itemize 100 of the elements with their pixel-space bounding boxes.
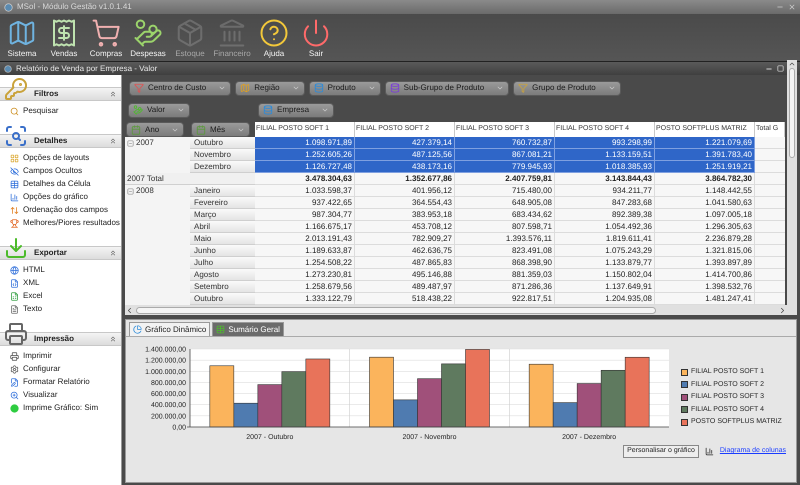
sidebar-item[interactable]: XML xyxy=(23,277,40,289)
value-cell: 648.905,08 xyxy=(455,197,555,209)
maximize-icon[interactable] xyxy=(777,65,784,72)
field-button[interactable]: Região xyxy=(235,80,305,96)
sidebar-item[interactable]: Texto xyxy=(23,303,42,315)
year-cell: 2007 xyxy=(136,137,154,149)
collapse-icon[interactable] xyxy=(127,140,134,146)
scroll-thumb[interactable] xyxy=(789,68,795,158)
value-cell: 807.598,71 xyxy=(455,221,555,233)
table-icon xyxy=(216,325,226,334)
toolbar-button[interactable]: Ajuda xyxy=(256,18,292,60)
field-button[interactable]: Centro de Custo xyxy=(129,80,232,96)
month-cell: Fevereiro xyxy=(190,197,255,209)
status-dot-icon xyxy=(10,404,19,412)
collapse-icon[interactable] xyxy=(127,188,134,194)
sidebar-item[interactable]: Melhores/Piores resultados xyxy=(23,217,120,229)
value-cell: 1.097.005,18 xyxy=(655,209,755,221)
field-button[interactable]: Empresa xyxy=(258,102,334,118)
table-cell xyxy=(755,269,785,281)
sidebar-item[interactable]: Ordenação dos campos xyxy=(23,204,108,216)
spreadsheet-icon xyxy=(10,292,19,300)
sidebar-item[interactable]: Imprimir xyxy=(23,350,52,362)
magnifier-icon xyxy=(4,124,28,148)
month-cell: Julho xyxy=(190,257,255,269)
file-code-icon xyxy=(10,278,19,288)
value-cell: 1.166.675,17 xyxy=(255,221,355,233)
value-cell: 937.422,65 xyxy=(255,197,355,209)
format-icon xyxy=(10,378,19,386)
sidebar-item[interactable]: Detalhes da Célula xyxy=(23,178,91,190)
section-header[interactable]: Filtros xyxy=(0,87,121,101)
section-header[interactable]: Detalhes xyxy=(0,134,121,148)
month-cell: Outubro xyxy=(190,137,255,149)
field-button[interactable]: Ano xyxy=(126,122,184,137)
field-button[interactable]: Grupo de Produto xyxy=(513,80,621,96)
sidebar-item[interactable]: Campos Ocultos xyxy=(23,165,82,177)
sidebar-item[interactable]: Formatar Relatório xyxy=(23,376,90,388)
sidebar-item[interactable]: Imprime Gráfico: Sim xyxy=(23,402,98,414)
app-icon xyxy=(4,2,13,12)
database-icon xyxy=(314,83,324,93)
sidebar-item[interactable]: Configurar xyxy=(23,363,60,375)
sidebar-item[interactable]: Opções do gráfico xyxy=(23,191,88,203)
value-cell: 1.393.576,11 xyxy=(455,233,555,245)
field-button[interactable]: Mês xyxy=(191,122,250,137)
value-cell: 922.817,51 xyxy=(455,293,555,305)
value-cell: 427.379,14 xyxy=(355,137,455,149)
sidebar-item[interactable]: HTML xyxy=(23,264,45,276)
tab[interactable]: Gráfico Dinâmico xyxy=(129,322,210,336)
tab[interactable]: Sumário Geral xyxy=(212,322,284,336)
table-cell xyxy=(755,257,785,269)
printer-icon xyxy=(10,352,19,360)
section-header[interactable]: Impressão xyxy=(0,332,121,346)
database-icon xyxy=(390,83,400,93)
value-cell: 1.148.442,55 xyxy=(655,185,755,197)
close-icon[interactable] xyxy=(788,3,796,11)
value-cell: 847.283,68 xyxy=(555,197,655,209)
printer-icon xyxy=(4,322,28,346)
toolbar-button[interactable]: Sistema xyxy=(4,18,40,60)
value-cell: 867.081,21 xyxy=(455,149,555,161)
bar xyxy=(624,356,650,428)
calendar-icon xyxy=(196,124,206,134)
sidebar-item[interactable]: Excel xyxy=(23,290,43,302)
sidebar-item[interactable]: Visualizar xyxy=(23,389,58,401)
scroll-up-icon[interactable] xyxy=(788,60,796,68)
sidebar-item[interactable]: Opções de layouts xyxy=(23,152,90,164)
value-cell: 1.352.677,86 xyxy=(355,173,455,185)
toolbar-button[interactable]: Despesas xyxy=(130,18,166,60)
value-cell: 1.333.122,79 xyxy=(255,293,355,305)
month-cell: Maio xyxy=(190,233,255,245)
sidebar-item[interactable]: Pesquisar xyxy=(23,105,59,117)
table-cell xyxy=(755,185,785,197)
toolbar-button[interactable]: Compras xyxy=(88,18,124,60)
text-file-icon xyxy=(10,304,19,314)
bank-icon xyxy=(217,18,247,48)
scroll-thumb[interactable] xyxy=(136,306,656,314)
horizontal-scrollbar[interactable] xyxy=(125,305,787,315)
value-cell: 1.075.243,29 xyxy=(555,245,655,257)
vertical-scrollbar[interactable] xyxy=(787,60,797,315)
value-cell: 518.438,22 xyxy=(355,293,455,305)
chart-icon xyxy=(133,325,142,334)
scroll-right-icon[interactable] xyxy=(778,306,787,314)
toolbar-button[interactable]: Vendas xyxy=(46,18,82,60)
toolbar-button[interactable]: Sair xyxy=(298,18,334,60)
table-cell xyxy=(755,197,785,209)
month-cell: Setembro xyxy=(190,281,255,293)
month-cell: Junho xyxy=(190,245,255,257)
field-button[interactable]: Sub-Grupo de Produto xyxy=(384,80,510,96)
value-cell: 1.133.879,77 xyxy=(555,257,655,269)
field-button[interactable]: Valor xyxy=(128,102,190,118)
value-cell: 715.480,00 xyxy=(455,185,555,197)
scroll-left-icon[interactable] xyxy=(125,306,134,314)
section-header[interactable]: Exportar xyxy=(0,246,121,260)
field-button[interactable]: Produto xyxy=(308,80,381,96)
value-cell: 1.126.727,48 xyxy=(255,161,355,173)
month-cell: Janeiro xyxy=(190,185,255,197)
table-icon xyxy=(10,180,19,188)
value-cell: 3.478.304,63 xyxy=(255,173,355,185)
power-icon xyxy=(301,18,331,48)
value-cell: 1.189.633,87 xyxy=(255,245,355,257)
value-cell: 823.491,08 xyxy=(455,245,555,257)
value-cell: 1.133.159,51 xyxy=(555,149,655,161)
